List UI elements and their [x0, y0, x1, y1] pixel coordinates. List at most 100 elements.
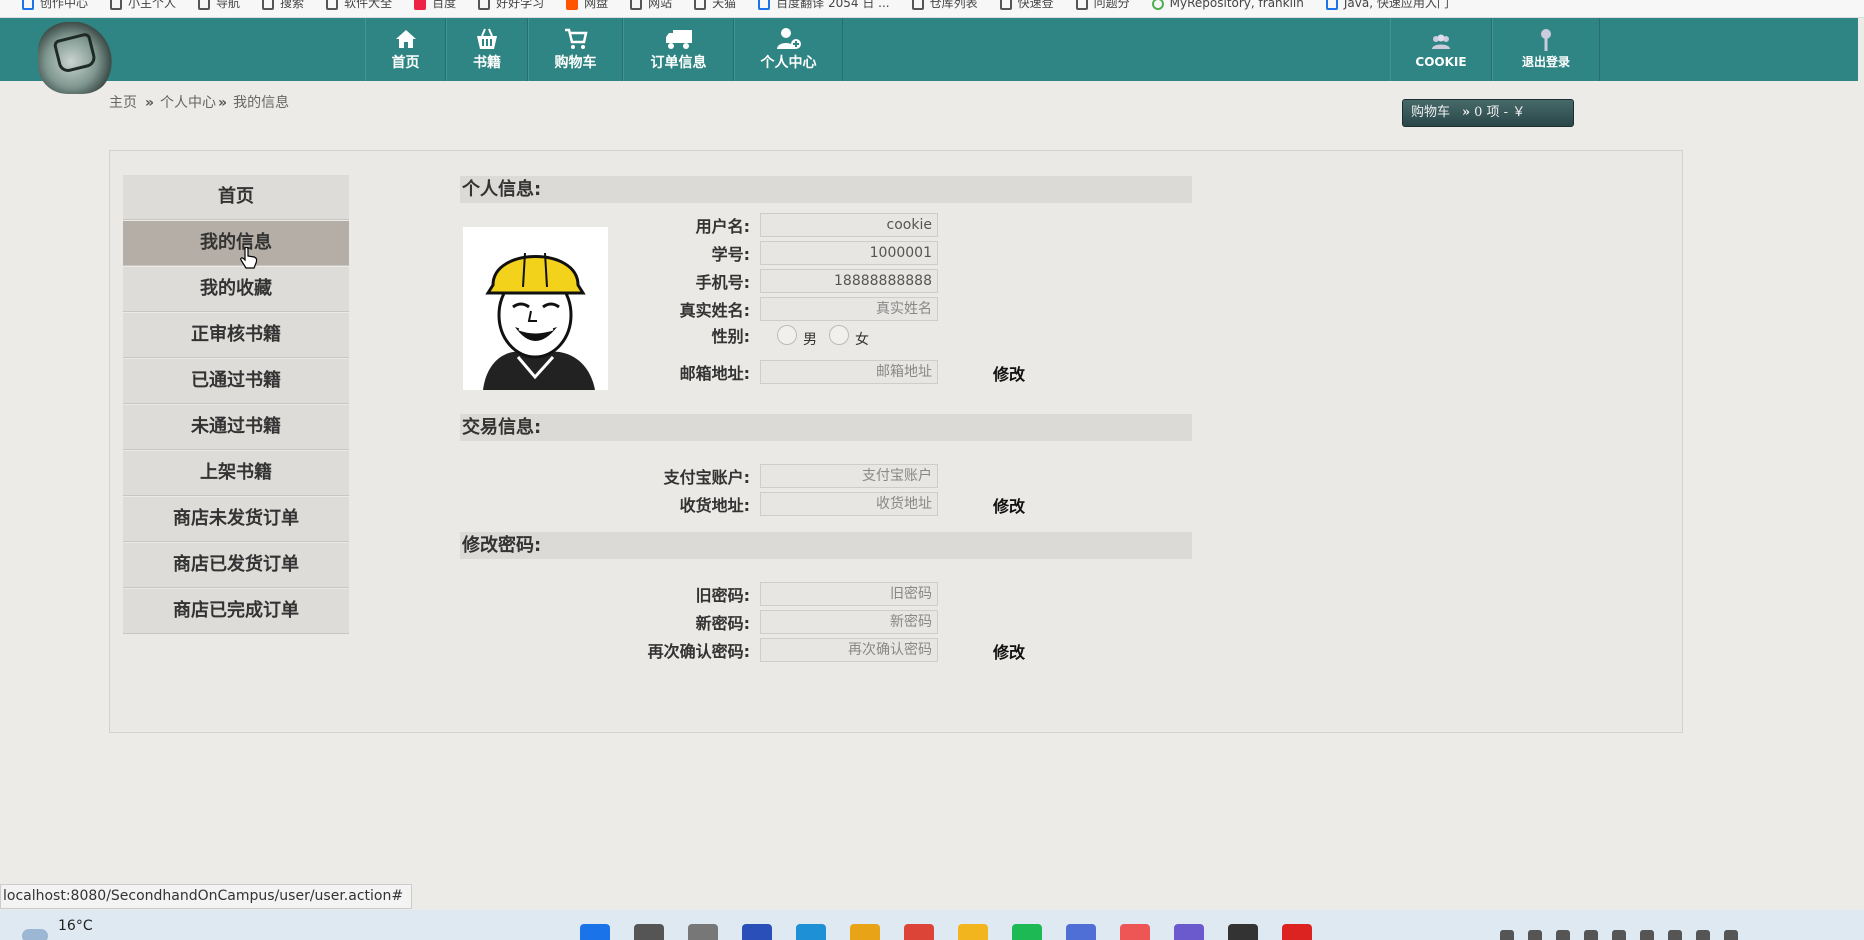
bookmark-item[interactable]: 搜索: [262, 0, 304, 11]
address-row: 收货地址: 收货地址: [590, 492, 938, 516]
bookmark-item[interactable]: 网盘: [566, 0, 608, 11]
bookmark-item[interactable]: 网站: [630, 0, 672, 11]
address-input[interactable]: 收货地址: [760, 492, 938, 516]
app-icon[interactable]: [1120, 924, 1150, 940]
bookmark-item[interactable]: Java, 快速应用入门: [1325, 0, 1449, 11]
weather-widget[interactable]: 16°C: [22, 918, 93, 940]
nav-cart-label: 购物车: [554, 54, 597, 71]
nav-logout[interactable]: 退出登录: [1492, 18, 1600, 81]
user-avatar[interactable]: [463, 227, 608, 390]
bookmark-item[interactable]: 创作中心: [22, 0, 88, 11]
sidebar-item-favorites[interactable]: 我的收藏: [123, 267, 349, 312]
bookmark-icon: [1325, 0, 1338, 10]
bookmark-icon: [566, 0, 579, 10]
wechat-icon[interactable]: [1012, 924, 1042, 940]
sidebar-item-shipped-orders[interactable]: 商店已发货订单: [123, 543, 349, 588]
old-password-input[interactable]: 旧密码: [760, 582, 938, 606]
intellij-icon[interactable]: [1228, 924, 1258, 940]
bookmark-label: 快速登: [1017, 0, 1054, 10]
folder-icon[interactable]: [958, 924, 988, 940]
bookmark-item[interactable]: 好好学习: [478, 0, 544, 11]
gender-female-label: 女: [855, 332, 869, 348]
sidebar-item-unshipped-orders[interactable]: 商店未发货订单: [123, 497, 349, 542]
nav-books[interactable]: 书籍: [446, 18, 528, 81]
sidebar-item-rejected-books[interactable]: 未通过书籍: [123, 405, 349, 450]
bookmark-item[interactable]: 仓库列表: [911, 0, 978, 11]
breadcrumb-home[interactable]: 主页: [109, 95, 137, 111]
breadcrumb-separator: »: [218, 95, 228, 111]
chrome-icon[interactable]: [850, 924, 880, 940]
nav-cart[interactable]: 购物车: [528, 18, 623, 81]
nav-profile[interactable]: 个人中心: [734, 18, 843, 81]
save-password-button[interactable]: 修改: [993, 639, 1025, 663]
realname-input[interactable]: 真实姓名: [760, 297, 938, 321]
nav-home[interactable]: 首页: [365, 18, 446, 81]
bag-icon: [52, 31, 98, 75]
alipay-input[interactable]: 支付宝账户: [760, 464, 938, 488]
start-icon[interactable]: [580, 924, 610, 940]
save-personal-info-button[interactable]: 修改: [993, 361, 1025, 385]
sidebar-item-completed-orders[interactable]: 商店已完成订单: [123, 589, 349, 634]
confirm-password-input[interactable]: 再次确认密码: [760, 638, 938, 662]
app-icon[interactable]: [1066, 924, 1096, 940]
bookmark-item[interactable]: 天猫: [694, 0, 736, 11]
chrome-alt-icon[interactable]: [904, 924, 934, 940]
sidebar-item-list-book[interactable]: 上架书籍: [123, 451, 349, 496]
bookmark-icon: [694, 0, 707, 10]
bookmark-item[interactable]: 百度: [414, 0, 456, 11]
tray-chevron-icon[interactable]: [1500, 930, 1514, 940]
tray-icon[interactable]: [1612, 930, 1626, 940]
username-input[interactable]: cookie: [760, 213, 938, 237]
student-id-label: 学号:: [711, 245, 750, 264]
tray-icon[interactable]: [1556, 930, 1570, 940]
email-row: 邮箱地址: 邮箱地址: [590, 360, 938, 384]
task-view-icon[interactable]: [688, 924, 718, 940]
bookmark-item[interactable]: 快速登: [999, 0, 1054, 11]
sidebar-item-my-info[interactable]: 我的信息: [123, 221, 349, 266]
battery-icon[interactable]: [1724, 930, 1738, 940]
wifi-icon[interactable]: [1668, 930, 1682, 940]
breadcrumb-center[interactable]: 个人中心: [160, 95, 216, 111]
volume-icon[interactable]: [1696, 930, 1710, 940]
site-logo[interactable]: [38, 22, 112, 94]
bookmark-item[interactable]: 问题分: [1075, 0, 1130, 11]
sidebar-item-reviewing-books[interactable]: 正审核书籍: [123, 313, 349, 358]
save-trade-info-button[interactable]: 修改: [993, 493, 1025, 517]
alipay-label: 支付宝账户:: [663, 468, 750, 487]
bookmark-label: Java, 快速应用入门: [1343, 0, 1449, 10]
new-password-input[interactable]: 新密码: [760, 610, 938, 634]
new-password-row: 新密码: 新密码: [590, 610, 938, 634]
bookmark-item[interactable]: 软件大全: [326, 0, 392, 11]
bookmark-label: 网盘: [584, 0, 609, 10]
bookmark-item[interactable]: MyRepository, franklin: [1151, 0, 1304, 10]
nav-orders[interactable]: 订单信息: [623, 18, 734, 81]
bookmark-item[interactable]: 导航: [198, 0, 240, 11]
bookmark-label: 导航: [216, 0, 241, 10]
edge-icon[interactable]: [796, 924, 826, 940]
bookmark-item[interactable]: 小主个人: [110, 0, 176, 11]
realname-row: 真实姓名: 真实姓名: [590, 297, 938, 321]
phone-input[interactable]: 18888888888: [760, 269, 938, 293]
gender-female-radio[interactable]: [829, 325, 849, 345]
gender-row: 性别: 男 女: [590, 323, 881, 348]
sidebar-item-home[interactable]: 首页: [123, 175, 349, 220]
tray-icon[interactable]: [1640, 930, 1654, 940]
email-input[interactable]: 邮箱地址: [760, 360, 938, 384]
tray-icon[interactable]: [1528, 930, 1542, 940]
nav-user[interactable]: COOKIE: [1390, 18, 1492, 81]
tray-icon[interactable]: [1584, 930, 1598, 940]
truck-icon: [665, 28, 693, 50]
sidebar-item-approved-books[interactable]: 已通过书籍: [123, 359, 349, 404]
bookmark-label: 网站: [648, 0, 673, 10]
bookmark-item[interactable]: 百度翻译 2054 日 ...: [758, 0, 890, 11]
cart-summary-badge[interactable]: 购物车 » 0 项 - ￥: [1402, 99, 1574, 127]
top-navbar: 首页 书籍 购物车 订单信息 个人中心 COOKIE 退出登录: [0, 18, 1858, 94]
app-icon[interactable]: [1282, 924, 1312, 940]
gender-male-radio[interactable]: [777, 325, 797, 345]
search-icon[interactable]: [634, 924, 664, 940]
username-row: 用户名: cookie: [590, 213, 938, 237]
app-icon[interactable]: [1174, 924, 1204, 940]
vscode-icon[interactable]: [742, 924, 772, 940]
student-id-input[interactable]: 1000001: [760, 241, 938, 265]
nav-right: COOKIE 退出登录: [1390, 18, 1600, 81]
